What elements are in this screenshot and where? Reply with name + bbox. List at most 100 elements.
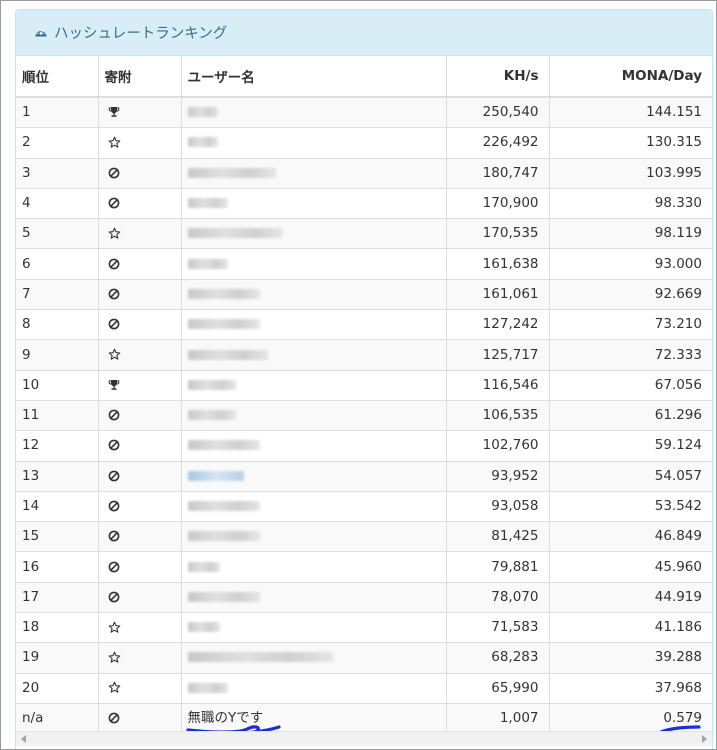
redacted-username <box>187 682 228 693</box>
username-cell <box>181 491 447 523</box>
ban-icon <box>108 316 120 332</box>
username-cell <box>181 279 447 311</box>
redacted-username <box>187 198 228 209</box>
redacted-username <box>187 531 260 542</box>
ban-icon <box>108 498 120 514</box>
horizontal-scrollbar[interactable] <box>16 731 712 746</box>
khs-cell: 1,007 <box>446 703 550 735</box>
username-cell <box>181 612 447 644</box>
mona-day-cell: 73.210 <box>549 309 712 341</box>
mona-day-cell: 39.288 <box>549 642 712 674</box>
redacted-username <box>187 591 260 602</box>
dashboard-icon <box>34 26 48 40</box>
donation-cell <box>98 612 182 644</box>
donation-cell <box>98 430 182 462</box>
redacted-username <box>187 440 260 451</box>
khs-cell: 79,881 <box>446 551 550 583</box>
mona-day-cell: 41.186 <box>549 612 712 644</box>
donation-cell <box>98 158 182 189</box>
header-donation: 寄附 <box>98 56 182 98</box>
username-cell <box>181 400 447 432</box>
donation-cell <box>98 461 182 492</box>
table-row: 5 170,535 98.119 <box>16 218 712 250</box>
donation-cell <box>98 673 182 704</box>
username-cell <box>181 309 447 341</box>
mona-day-cell: 67.056 <box>549 370 712 401</box>
ban-icon <box>108 165 120 181</box>
panel-title: ハッシュレートランキング <box>54 26 228 42</box>
donation-cell <box>98 370 182 401</box>
rank-cell: 9 <box>16 339 99 371</box>
scroll-right-arrow-icon[interactable] <box>702 735 707 743</box>
table-row: 13 93,952 54.057 <box>16 461 712 492</box>
khs-cell: 102,760 <box>446 430 550 462</box>
table-row: 18 71,583 41.186 <box>16 612 712 644</box>
mona-day-cell: 144.151 <box>549 97 712 129</box>
username-cell <box>181 188 447 220</box>
donation-cell <box>98 521 182 553</box>
ban-icon <box>108 468 120 484</box>
rank-cell: 17 <box>16 582 99 614</box>
username-cell <box>181 127 447 159</box>
username-cell <box>181 158 447 189</box>
khs-cell: 93,058 <box>446 491 550 523</box>
donation-cell <box>98 188 182 220</box>
donation-cell <box>98 642 182 674</box>
trophy-icon <box>108 377 120 393</box>
star-icon <box>108 347 121 363</box>
mona-day-cell: 54.057 <box>549 461 712 492</box>
panel-heading: ハッシュレートランキング <box>16 10 712 56</box>
table-row: 17 78,070 44.919 <box>16 582 712 614</box>
rank-cell: 6 <box>16 248 99 280</box>
username-cell <box>181 97 447 129</box>
table-row: 8 127,242 73.210 <box>16 309 712 341</box>
mona-day-cell: 93.000 <box>549 248 712 280</box>
table-row: 9 125,717 72.333 <box>16 339 712 371</box>
star-icon <box>108 134 121 150</box>
username-cell <box>181 551 447 583</box>
username-cell <box>181 218 447 250</box>
scroll-left-arrow-icon[interactable] <box>21 735 26 743</box>
table-row: 1 250,540 144.151 <box>16 97 712 129</box>
username-cell <box>181 673 447 704</box>
table-row: 15 81,425 46.849 <box>16 521 712 553</box>
mona-day-cell: 98.119 <box>549 218 712 250</box>
ban-icon <box>108 286 120 302</box>
ban-icon <box>108 407 120 423</box>
username-cell: 無職のYです <box>181 703 447 735</box>
rank-cell: 5 <box>16 218 99 250</box>
khs-cell: 161,638 <box>446 248 550 280</box>
rank-cell: 14 <box>16 491 99 523</box>
screenshot-frame: ハッシュレートランキング 順位 寄附 ユーザー名 KH/s MONA/Day 1… <box>0 0 717 750</box>
redacted-username <box>187 167 276 178</box>
star-icon <box>108 225 121 241</box>
donation-cell <box>98 218 182 250</box>
trophy-icon <box>108 104 120 120</box>
table-row: 4 170,900 98.330 <box>16 188 712 220</box>
table-row: 2 226,492 130.315 <box>16 127 712 159</box>
mona-day-cell: 45.960 <box>549 551 712 583</box>
donation-cell <box>98 97 182 129</box>
self-table-row: n/a 無職のYです 1,007 0.579 <box>16 703 712 735</box>
redacted-username[interactable] <box>187 470 244 481</box>
mona-day-cell: 61.296 <box>549 400 712 432</box>
username-cell <box>181 642 447 674</box>
donation-cell <box>98 491 182 523</box>
khs-cell: 81,425 <box>446 521 550 553</box>
rank-cell: 20 <box>16 673 99 704</box>
star-icon <box>108 649 121 665</box>
table-row: 16 79,881 45.960 <box>16 551 712 583</box>
self-mona-text: 0.579 <box>663 710 702 727</box>
redacted-username <box>187 561 220 572</box>
khs-cell: 180,747 <box>446 158 550 189</box>
khs-cell: 170,535 <box>446 218 550 250</box>
self-username-text: 無職のYです <box>187 710 264 727</box>
header-khs: KH/s <box>446 56 550 98</box>
redacted-username <box>187 319 260 330</box>
redacted-username <box>187 622 220 633</box>
table-row: 6 161,638 93.000 <box>16 248 712 280</box>
rank-cell: 11 <box>16 400 99 432</box>
rank-cell: 2 <box>16 127 99 159</box>
table-row: 19 68,283 39.288 <box>16 642 712 674</box>
self-mona-value: 0.579 <box>659 704 702 733</box>
